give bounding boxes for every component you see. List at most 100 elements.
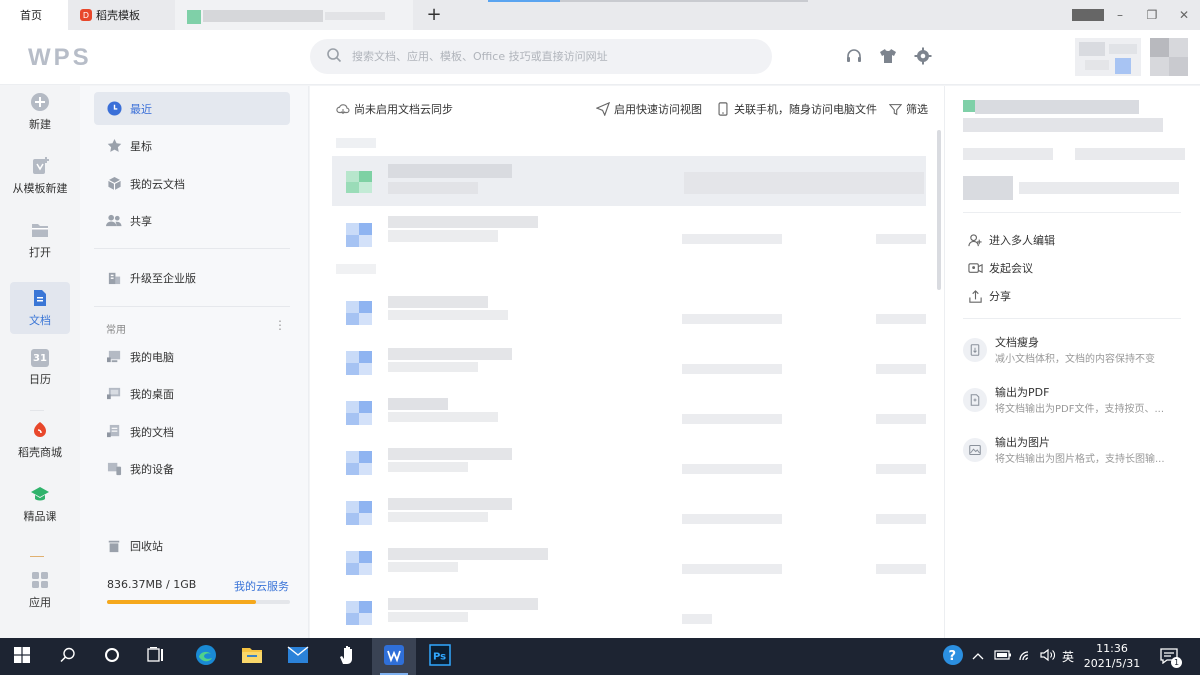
file-time-blurred	[682, 364, 782, 374]
file-row[interactable]	[332, 538, 926, 584]
skin-tshirt-icon[interactable]	[878, 46, 898, 66]
sidebar-item-recycle-bin[interactable]: 回收站	[94, 529, 290, 562]
restore-button[interactable]: ❐	[1136, 8, 1168, 22]
taskbar-file-explorer[interactable]	[230, 638, 274, 675]
search-bar[interactable]	[310, 39, 772, 74]
file-row[interactable]	[332, 388, 926, 434]
file-list-scrollbar[interactable]	[937, 130, 941, 290]
tab-document-blurred[interactable]	[175, 0, 413, 30]
windows-logo-icon	[14, 647, 30, 666]
window-controls: 1 – ❐ ✕	[1072, 0, 1200, 30]
sidebar-item-my-documents-label: 我的文档	[130, 425, 174, 439]
taskbar-photoshop[interactable]: Ps	[418, 638, 462, 675]
start-meeting-label: 发起会议	[989, 262, 1033, 275]
upgrade-enterprise-button[interactable]: 升级至企业版	[94, 261, 290, 294]
file-path-blurred	[388, 362, 478, 372]
volume-tray[interactable]	[1040, 638, 1056, 675]
notification-center-button[interactable]: 1	[1160, 638, 1182, 675]
taskbar-app-hand[interactable]	[326, 638, 370, 675]
cortana-button[interactable]	[90, 638, 134, 675]
pdf-export-icon	[963, 388, 987, 412]
file-path-blurred	[388, 562, 458, 572]
ime-indicator[interactable]: 英	[1062, 638, 1074, 675]
file-row[interactable]	[332, 210, 926, 256]
nav-documents-label: 文档	[29, 314, 51, 327]
file-row[interactable]	[332, 288, 926, 334]
file-name-blurred	[388, 398, 448, 410]
new-tab-button[interactable]: +	[424, 4, 444, 25]
file-row[interactable]	[332, 438, 926, 484]
minimize-button[interactable]: –	[1104, 8, 1136, 22]
taskbar-mail[interactable]	[276, 638, 320, 675]
enterprise-building-icon	[106, 270, 122, 286]
nav-new-label: 新建	[29, 118, 51, 131]
file-detail-panel: 进入多人编辑 发起会议 分享 文档瘦身 减小文档体积，文档的内容保持不变 输出为…	[944, 86, 1200, 638]
graduation-cap-icon	[30, 484, 50, 504]
wifi-tray[interactable]	[1018, 638, 1034, 675]
detail-file-name-blurred	[975, 100, 1139, 114]
link-phone-button[interactable]: 关联手机，随身访问电脑文件	[716, 101, 877, 117]
taskbar-search-button[interactable]	[46, 638, 90, 675]
quick-access-view-button[interactable]: 启用快速访问视图	[596, 101, 702, 117]
file-size-blurred	[876, 564, 926, 574]
nav-from-template[interactable]: 从模板新建	[10, 150, 70, 202]
tab-home[interactable]: 首页	[0, 0, 68, 30]
tab-daoke-templates[interactable]: D 稻壳模板	[68, 0, 174, 30]
sidebar-item-cloud-docs[interactable]: 我的云文档	[94, 167, 290, 200]
filter-button[interactable]: 筛选	[888, 101, 928, 117]
co-edit-button[interactable]: 进入多人编辑	[967, 232, 1055, 248]
task-view-button[interactable]	[134, 638, 178, 675]
doc-slim-tool[interactable]: 文档瘦身 减小文档体积，文档的内容保持不变	[963, 334, 1183, 370]
file-row-selected[interactable]	[332, 156, 926, 206]
common-section-more-button[interactable]: ⋮	[274, 318, 286, 332]
export-image-tool[interactable]: 输出为图片 将文档输出为图片格式，支持长图输...	[963, 434, 1183, 470]
avatar[interactable]	[1150, 38, 1188, 79]
file-time-blurred	[682, 314, 782, 324]
co-edit-icon	[967, 232, 983, 248]
file-row[interactable]	[332, 488, 926, 534]
mail-envelope-icon	[287, 646, 309, 667]
window-badge-button[interactable]: 1	[1072, 8, 1104, 22]
tray-overflow-chevron[interactable]	[972, 638, 984, 675]
taskbar-clock[interactable]: 11:36 2021/5/31	[1080, 641, 1144, 671]
sidebar-item-my-desktop-label: 我的桌面	[130, 387, 174, 401]
storage-progress-bar	[107, 600, 290, 604]
sidebar-item-recent[interactable]: 最近	[94, 92, 290, 125]
detail-file-path-blurred	[963, 148, 1053, 160]
file-row[interactable]	[332, 588, 926, 634]
taskbar-wps[interactable]	[372, 638, 416, 675]
battery-icon	[994, 649, 1012, 664]
search-input[interactable]	[352, 50, 752, 63]
start-meeting-button[interactable]: 发起会议	[967, 260, 1033, 276]
battery-tray[interactable]	[994, 638, 1012, 675]
headset-icon[interactable]	[844, 46, 864, 66]
sidebar-item-my-computer[interactable]: 我的电脑	[94, 340, 290, 373]
nav-daoke-store[interactable]: 稻壳商城	[10, 414, 70, 466]
close-button[interactable]: ✕	[1168, 8, 1200, 22]
settings-gear-icon[interactable]	[913, 46, 933, 66]
nav-calendar-label: 日历	[29, 373, 51, 386]
cloud-sync-status[interactable]: 尚未启用文档云同步	[336, 101, 453, 117]
nav-calendar[interactable]: 31 日历	[10, 342, 70, 394]
file-row[interactable]	[332, 338, 926, 384]
sidebar-item-my-documents[interactable]: 我的文档	[94, 415, 290, 448]
sidebar-item-my-desktop[interactable]: 我的桌面	[94, 377, 290, 410]
file-time-blurred	[682, 414, 782, 424]
start-button[interactable]	[0, 638, 44, 675]
help-question-icon: ?	[942, 644, 964, 669]
share-button[interactable]: 分享	[967, 288, 1011, 304]
nav-apps[interactable]: 应用	[10, 564, 70, 616]
export-pdf-tool[interactable]: 输出为PDF 将文档输出为PDF文件，支持按页、...	[963, 384, 1183, 420]
user-name-blurred[interactable]	[1075, 38, 1141, 79]
nav-open[interactable]: 打开	[10, 214, 70, 266]
sidebar-item-my-devices[interactable]: 我的设备	[94, 452, 290, 485]
loading-line-accent	[488, 0, 560, 2]
help-tray-button[interactable]: ?	[942, 638, 964, 675]
nav-courses[interactable]: 精品课	[10, 478, 70, 530]
taskbar-edge[interactable]	[184, 638, 228, 675]
sidebar-item-starred[interactable]: 星标	[94, 129, 290, 162]
nav-new[interactable]: 新建	[10, 86, 70, 138]
nav-documents[interactable]: 文档	[10, 282, 70, 334]
sidebar-item-shared[interactable]: 共享	[94, 204, 290, 237]
my-cloud-service-link[interactable]: 我的云服务	[234, 578, 289, 594]
